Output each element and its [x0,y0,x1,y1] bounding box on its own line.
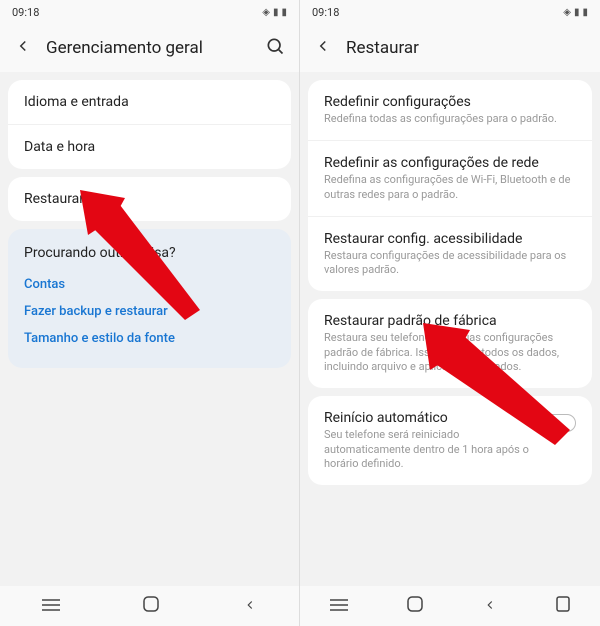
link-backup-restore[interactable]: Fazer backup e restaurar [24,298,275,325]
back-nav-icon[interactable] [243,597,257,616]
item-title: Redefinir configurações [324,94,576,110]
item-reset-settings[interactable]: Redefinir configurações Redefina todas a… [308,80,592,141]
header: Restaurar [300,24,600,72]
home-icon[interactable] [143,596,159,616]
related-search-card: Procurando outra coisa? Contas Fazer bac… [8,229,291,368]
status-time: 09:18 [312,6,339,19]
link-accounts[interactable]: Contas [24,271,275,298]
back-nav-icon[interactable] [483,597,497,616]
item-restore[interactable]: Restaurar [8,177,291,221]
item-auto-restart[interactable]: Reinício automático Seu telefone será re… [308,396,592,485]
item-subtitle: Restaura seu telefone para suas configur… [324,331,576,374]
phone-screen-left: 09:18 ◈ ▮ ▮ Gerenciamento geral Idioma e… [0,0,300,626]
status-icons: ◈ ▮ ▮ [262,7,287,18]
signal-icon: ▮ [273,7,279,18]
settings-group-restore: Restaurar [8,177,291,221]
home-icon[interactable] [407,596,423,616]
item-title: Data e hora [24,139,275,155]
factory-reset-group: Restaurar padrão de fábrica Restaura seu… [308,299,592,388]
recents-icon[interactable] [42,597,60,616]
item-title: Reinício automático [324,410,532,426]
item-language-input[interactable]: Idioma e entrada [8,80,291,125]
item-date-time[interactable]: Data e hora [8,125,291,169]
search-icon[interactable] [265,36,285,60]
back-icon[interactable] [314,37,332,59]
item-reset-accessibility[interactable]: Restaurar config. acessibilidade Restaur… [308,217,592,292]
header: Gerenciamento geral [0,24,299,72]
item-title: Redefinir as configurações de rede [324,155,576,171]
extra-nav-icon[interactable] [556,596,570,616]
page-title: Restaurar [346,38,586,58]
back-icon[interactable] [14,37,32,59]
phone-screen-right: 09:18 ◈ ▮ ▮ Restaurar Redefinir configur… [300,0,600,626]
item-subtitle: Seu telefone será reiniciado automaticam… [324,428,532,471]
toggle-switch[interactable] [542,414,576,432]
search-card-title: Procurando outra coisa? [24,245,275,261]
wifi-icon: ◈ [563,7,571,18]
item-title: Restaurar padrão de fábrica [324,313,576,329]
item-reset-network[interactable]: Redefinir as configurações de rede Redef… [308,141,592,217]
auto-restart-group: Reinício automático Seu telefone será re… [308,396,592,485]
status-time: 09:18 [12,6,39,19]
link-font-style[interactable]: Tamanho e estilo da fonte [24,325,275,352]
item-subtitle: Redefina as configurações de Wi-Fi, Blue… [324,173,576,202]
item-subtitle: Redefina todas as configurações para o p… [324,112,576,126]
status-bar: 09:18 ◈ ▮ ▮ [300,0,600,24]
item-title: Idioma e entrada [24,94,275,110]
item-factory-reset[interactable]: Restaurar padrão de fábrica Restaura seu… [308,299,592,388]
nav-bar [0,586,299,626]
battery-icon: ▮ [281,7,287,18]
nav-bar [300,586,600,626]
battery-icon: ▮ [582,7,588,18]
status-icons: ◈ ▮ ▮ [563,7,588,18]
reset-group: Redefinir configurações Redefina todas a… [308,80,592,291]
settings-group-1: Idioma e entrada Data e hora [8,80,291,169]
recents-icon[interactable] [330,597,348,616]
item-title: Restaurar [24,191,275,207]
signal-icon: ▮ [574,7,580,18]
item-subtitle: Restaura configurações de acessibilidade… [324,249,576,278]
wifi-icon: ◈ [262,7,270,18]
status-bar: 09:18 ◈ ▮ ▮ [0,0,299,24]
item-title: Restaurar config. acessibilidade [324,231,576,247]
page-title: Gerenciamento geral [46,38,251,58]
